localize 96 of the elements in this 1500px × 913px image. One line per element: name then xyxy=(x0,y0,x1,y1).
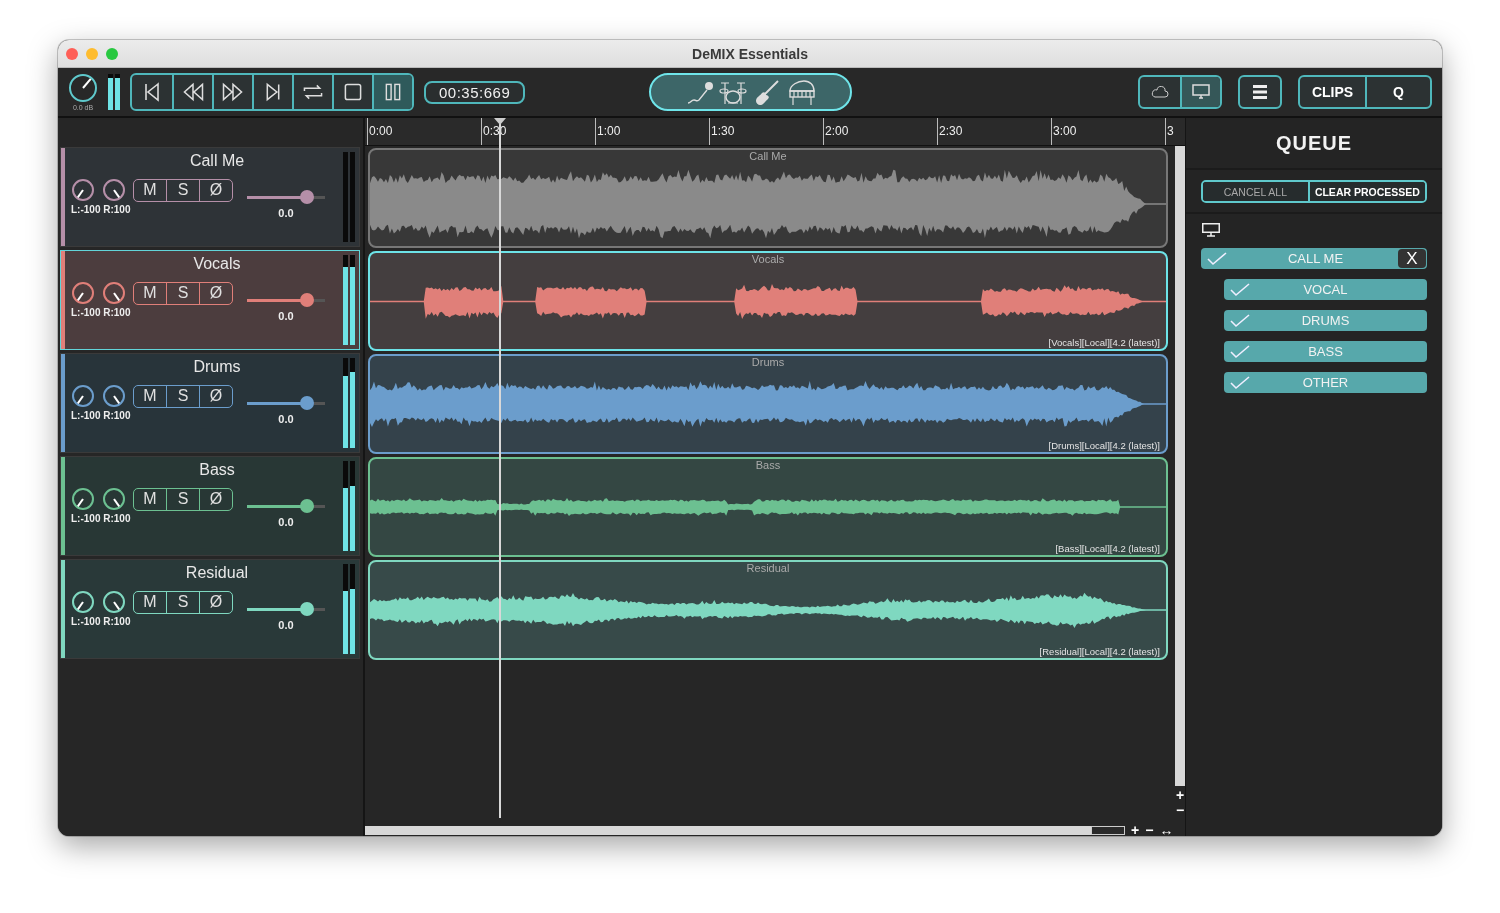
track-name: Drums xyxy=(193,358,241,376)
queue-action-button[interactable]: CLEAR PROCESSED xyxy=(1307,182,1425,201)
knob-icon[interactable] xyxy=(71,178,95,202)
queue-action-button[interactable]: CANCEL ALL xyxy=(1203,182,1308,201)
clip-info: [Drums][Local][4.2 (latest)] xyxy=(1048,440,1161,452)
track-toggle-button[interactable]: M xyxy=(134,591,166,613)
menu-button[interactable] xyxy=(1238,75,1282,109)
track-toggle-button[interactable]: S xyxy=(166,282,199,304)
gain-value: 0.0 xyxy=(278,516,294,528)
knob-icon[interactable] xyxy=(71,487,95,511)
slider-thumb[interactable] xyxy=(300,499,315,513)
slider-thumb[interactable] xyxy=(300,190,315,204)
audio-clip[interactable]: Call Me xyxy=(368,148,1168,248)
track-header[interactable]: Bass M S Ø L:-100 R:100 0.0 xyxy=(60,456,360,556)
clip-info: [Residual][Local][4.2 (latest)] xyxy=(1039,646,1161,658)
track-toggle-button[interactable]: M xyxy=(134,179,166,201)
queue-item-label: VOCAL xyxy=(1302,282,1349,297)
queue-item-label: CALL ME xyxy=(1286,251,1345,266)
queue-item-label: BASS xyxy=(1307,344,1344,359)
track-toggle-button[interactable]: S xyxy=(166,488,199,510)
monitor-icon xyxy=(1201,222,1221,238)
window-title: DeMIX Essentials xyxy=(692,45,808,62)
pause-button[interactable] xyxy=(372,75,412,109)
knob-icon[interactable] xyxy=(68,73,98,103)
slider-thumb[interactable] xyxy=(300,602,315,616)
knob-icon[interactable] xyxy=(71,281,95,305)
audio-clip[interactable]: Vocals [Vocals][Local][4.2 (latest)] xyxy=(368,251,1168,351)
computer-button[interactable] xyxy=(1180,77,1220,107)
track-header[interactable]: Call Me M S Ø L:-100 R:100 0.0 xyxy=(60,147,360,247)
gain-value: 0.0 xyxy=(278,207,294,219)
clip-label: Bass xyxy=(754,459,782,471)
clip-info: [Vocals][Local][4.2 (latest)] xyxy=(1048,337,1161,349)
track-name: Vocals xyxy=(193,255,241,273)
knob-icon[interactable] xyxy=(102,590,126,614)
knob-icon[interactable] xyxy=(102,487,126,511)
pan-value: L:-100 R:100 xyxy=(71,513,132,524)
knob-icon[interactable] xyxy=(71,590,95,614)
track-toggle-button[interactable]: M xyxy=(134,488,166,510)
audio-clip[interactable]: Residual [Residual][Local][4.2 (latest)] xyxy=(368,560,1168,660)
track-toggle-button[interactable]: M xyxy=(134,385,166,407)
instrument-selector[interactable] xyxy=(648,73,852,111)
cloud-icon xyxy=(1151,86,1169,98)
knob-icon[interactable] xyxy=(71,384,95,408)
scroll-thumb[interactable] xyxy=(1091,825,1125,835)
knob-icon[interactable] xyxy=(102,178,126,202)
track-toggle-button[interactable]: Ø xyxy=(199,488,232,510)
gain-value: 0.0 xyxy=(278,310,294,322)
track-toggle-button[interactable]: Ø xyxy=(199,385,232,407)
volume-slider[interactable] xyxy=(247,189,325,205)
vertical-scrollbar[interactable] xyxy=(1175,146,1185,786)
track-name: Call Me xyxy=(189,152,245,170)
pan-value: L:-100 R:100 xyxy=(71,616,132,627)
volume-slider[interactable] xyxy=(247,395,325,411)
track-toggle-button[interactable]: M xyxy=(134,282,166,304)
clip-label: Residual xyxy=(745,562,791,574)
clip-label: Call Me xyxy=(748,150,788,162)
queue-item[interactable]: CALL ME X xyxy=(1201,248,1427,269)
volume-slider[interactable] xyxy=(247,292,325,308)
track-toggle-button[interactable]: S xyxy=(166,591,199,613)
knob-icon[interactable] xyxy=(102,384,126,408)
grand-piano-icon[interactable] xyxy=(786,77,816,107)
clip-label: Vocals xyxy=(750,253,786,265)
track-toggle-button[interactable]: Ø xyxy=(199,179,232,201)
track-header[interactable]: Drums M S Ø L:-100 R:100 0.0 xyxy=(60,353,360,453)
pan-value: L:-100 R:100 xyxy=(71,307,132,318)
menu-icon xyxy=(1253,85,1267,99)
clip-label: Drums xyxy=(750,356,786,368)
clip-info: [Bass][Local][4.2 (latest)] xyxy=(1055,543,1161,555)
track-header[interactable]: Vocals M S Ø L:-100 R:100 0.0 xyxy=(60,250,360,350)
track-toggle-button[interactable]: Ø xyxy=(199,591,232,613)
horizontal-scrollbar[interactable] xyxy=(365,825,1125,835)
track-name: Residual xyxy=(185,564,249,582)
track-toggle-button[interactable]: Ø xyxy=(199,282,232,304)
gain-value: 0.0 xyxy=(278,413,294,425)
track-toggle-button[interactable]: S xyxy=(166,385,199,407)
remove-button[interactable]: X xyxy=(1398,249,1426,268)
pan-value: L:-100 R:100 xyxy=(71,410,132,421)
volume-slider[interactable] xyxy=(247,498,325,514)
track-toggle-button[interactable]: S xyxy=(166,179,199,201)
view-tab[interactable]: Q xyxy=(1365,77,1430,107)
time-display: 00:35:669 xyxy=(424,80,526,104)
view-tab[interactable]: CLIPS xyxy=(1300,77,1365,107)
knob-icon[interactable] xyxy=(102,281,126,305)
monitor-icon xyxy=(1192,84,1210,100)
slider-thumb[interactable] xyxy=(300,293,315,307)
audio-clip[interactable]: Bass [Bass][Local][4.2 (latest)] xyxy=(368,457,1168,557)
queue-item-label: OTHER xyxy=(1301,375,1350,390)
track-name: Bass xyxy=(199,461,235,479)
volume-slider[interactable] xyxy=(247,601,325,617)
track-header[interactable]: Residual M S Ø L:-100 R:100 0.0 xyxy=(60,559,360,659)
panel-title: QUEUE xyxy=(1186,118,1442,170)
gain-value: 0.0 xyxy=(278,619,294,631)
slider-thumb[interactable] xyxy=(300,396,315,410)
audio-clip[interactable]: Drums [Drums][Local][4.2 (latest)] xyxy=(368,354,1168,454)
pan-value: L:-100 R:100 xyxy=(71,204,132,215)
queue-item-label: DRUMS xyxy=(1300,313,1351,328)
